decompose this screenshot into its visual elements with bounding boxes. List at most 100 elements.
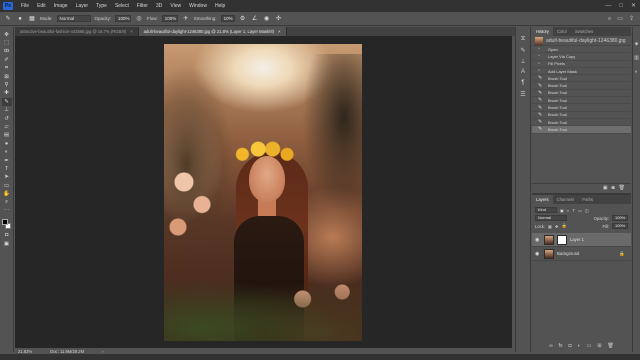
trash-icon[interactable]: 🗑 (619, 184, 625, 191)
menu-view[interactable]: View (166, 0, 185, 12)
menu-window[interactable]: Window (185, 0, 211, 12)
document-tab-active[interactable]: adult-beautiful-daylight-1246380.jpg @ 2… (138, 27, 287, 36)
pressure-size-icon[interactable]: ◉ (263, 15, 271, 23)
layer-mask-thumbnail[interactable] (557, 234, 567, 245)
properties-panel-icon[interactable]: ☰ (518, 90, 528, 98)
angle-icon[interactable]: ∠ (251, 15, 259, 23)
healing-icon[interactable]: ✚ (2, 90, 12, 97)
blend-mode-dropdown[interactable]: Normal (535, 215, 567, 221)
history-panel-icon[interactable]: ⧖ (518, 35, 528, 43)
hand-icon[interactable]: ✋ (2, 190, 12, 197)
history-snapshot[interactable]: adult-beautiful-daylight-1246380.jpg (532, 36, 631, 46)
history-item[interactable]: ✎ Brush Tool (532, 104, 631, 112)
filter-adjustment-icon[interactable]: ◐ (567, 208, 570, 213)
add-mask-icon[interactable]: ◘ (569, 343, 572, 349)
rectangle-icon[interactable]: ▭ (2, 182, 12, 189)
history-item[interactable]: ▫ Layer Via Copy (532, 53, 631, 61)
visibility-eye-icon[interactable]: ◉ (535, 237, 541, 243)
adjustment-layer-icon[interactable]: ◐ (578, 343, 581, 349)
layer-row[interactable]: ◉ Background 🔒 (532, 247, 631, 261)
visibility-eye-icon[interactable]: ◉ (535, 251, 541, 257)
lock-position-icon[interactable]: ✥ (555, 224, 559, 229)
brush-settings-icon[interactable]: ▦ (28, 15, 36, 23)
layer-opacity-field[interactable]: 100% (612, 215, 628, 221)
menu-image[interactable]: Image (50, 0, 72, 12)
opacity-field[interactable]: 100% (115, 15, 132, 22)
paragraph-panel-icon[interactable]: ¶ (518, 79, 528, 87)
maximize-button[interactable]: □ (619, 0, 623, 12)
brush-size-icon[interactable]: ● (16, 15, 24, 23)
close-button[interactable]: ✕ (631, 0, 636, 12)
menu-file[interactable]: File (17, 0, 33, 12)
screen-mode-icon[interactable]: ▣ (2, 240, 12, 247)
filter-pixel-icon[interactable]: ▣ (560, 208, 564, 213)
color-swatches[interactable] (1, 218, 12, 231)
clone-source-panel-icon[interactable]: ⊥ (518, 57, 528, 65)
zoom-level[interactable]: 21.83% (18, 349, 32, 354)
pen-icon[interactable]: ✒ (2, 157, 12, 164)
tab-channels[interactable]: Channels (553, 195, 579, 204)
history-item[interactable]: ✎ Brush Tool (532, 90, 631, 98)
learn-panel-icon[interactable]: ◈ (635, 41, 639, 47)
mode-dropdown[interactable]: Normal (56, 15, 91, 22)
flow-field[interactable]: 100% (161, 15, 178, 22)
pressure-opacity-icon[interactable]: ◎ (135, 15, 143, 23)
menu-layer[interactable]: Layer (72, 0, 93, 12)
close-tab-icon[interactable]: × (278, 29, 280, 34)
snapshot-camera-icon[interactable]: ◙ (612, 184, 615, 191)
lock-all-icon[interactable]: 🔒 (562, 223, 567, 229)
tab-swatches[interactable]: Swatches (571, 27, 597, 36)
marquee-icon[interactable]: ⬚ (2, 39, 12, 46)
lock-pixels-icon[interactable]: ▦ (548, 224, 552, 229)
history-item[interactable]: ✎ Brush Tool (532, 75, 631, 83)
layer-filter-kind[interactable]: Kind (535, 207, 557, 213)
foreground-color-swatch[interactable] (1, 218, 8, 225)
lasso-icon[interactable]: ꝏ (2, 48, 12, 55)
crop-icon[interactable]: ⌗ (2, 65, 12, 72)
smoothing-settings-icon[interactable]: ⚙ (239, 15, 247, 23)
adjustments-panel-icon[interactable]: ◐ (635, 69, 638, 75)
menu-filter[interactable]: Filter (133, 0, 152, 12)
path-select-icon[interactable]: ➤ (2, 174, 12, 181)
document-tab[interactable]: attractive-beautiful-fashion-443568.jpg … (15, 27, 139, 36)
menu-select[interactable]: Select (111, 0, 133, 12)
zoom-icon[interactable]: ⌕ (2, 199, 12, 206)
new-document-from-state-icon[interactable]: ▣ (603, 184, 608, 191)
quick-mask-icon[interactable]: ◘ (2, 232, 12, 239)
blur-icon[interactable]: ● (2, 140, 12, 147)
link-layers-icon[interactable]: ∞ (549, 343, 553, 349)
layer-fill-field[interactable]: 100% (612, 223, 628, 229)
menu-edit[interactable]: Edit (33, 0, 50, 12)
trash-icon[interactable]: 🗑 (608, 343, 614, 349)
canvas-area[interactable] (15, 36, 512, 348)
character-panel-icon[interactable]: A (518, 68, 528, 76)
history-item-selected[interactable]: ✎ Brush Tool (532, 126, 631, 134)
share-icon[interactable]: ⇪ (629, 12, 634, 26)
history-item[interactable]: ✎ Brush Tool (532, 112, 631, 119)
eyedropper-icon[interactable]: ⚲ (2, 81, 12, 88)
frame-icon[interactable]: ⊠ (2, 73, 12, 80)
gradient-icon[interactable]: ▤ (2, 132, 12, 139)
airbrush-icon[interactable]: ✈ (182, 15, 190, 23)
libraries-panel-icon[interactable]: ▥ (634, 55, 639, 61)
search-icon[interactable]: ⌕ (608, 12, 611, 26)
tab-paths[interactable]: Paths (578, 195, 597, 204)
history-item[interactable]: ▫ Open (532, 46, 631, 54)
history-item[interactable]: ▫ Fill Pixels (532, 61, 631, 68)
filter-smart-icon[interactable]: ◫ (585, 208, 589, 213)
type-icon[interactable]: T (2, 165, 12, 172)
tab-color[interactable]: Color (553, 27, 571, 36)
group-icon[interactable]: ▭ (587, 343, 592, 349)
move-icon[interactable]: ✥ (2, 31, 12, 38)
brush-preset-icon[interactable]: ✎ (4, 15, 12, 23)
quick-select-icon[interactable]: ✐ (2, 56, 12, 63)
filter-type-icon[interactable]: T (573, 208, 576, 213)
history-item[interactable]: ✎ Brush Tool (532, 119, 631, 127)
menu-type[interactable]: Type (92, 0, 111, 12)
eraser-icon[interactable]: ▱ (2, 123, 12, 130)
tab-history[interactable]: History (532, 27, 554, 36)
workspace-icon[interactable]: ▭ (617, 12, 623, 26)
history-brush-icon[interactable]: ↺ (2, 115, 12, 122)
layer-style-icon[interactable]: fx (559, 343, 563, 349)
close-tab-icon[interactable]: × (130, 29, 132, 34)
